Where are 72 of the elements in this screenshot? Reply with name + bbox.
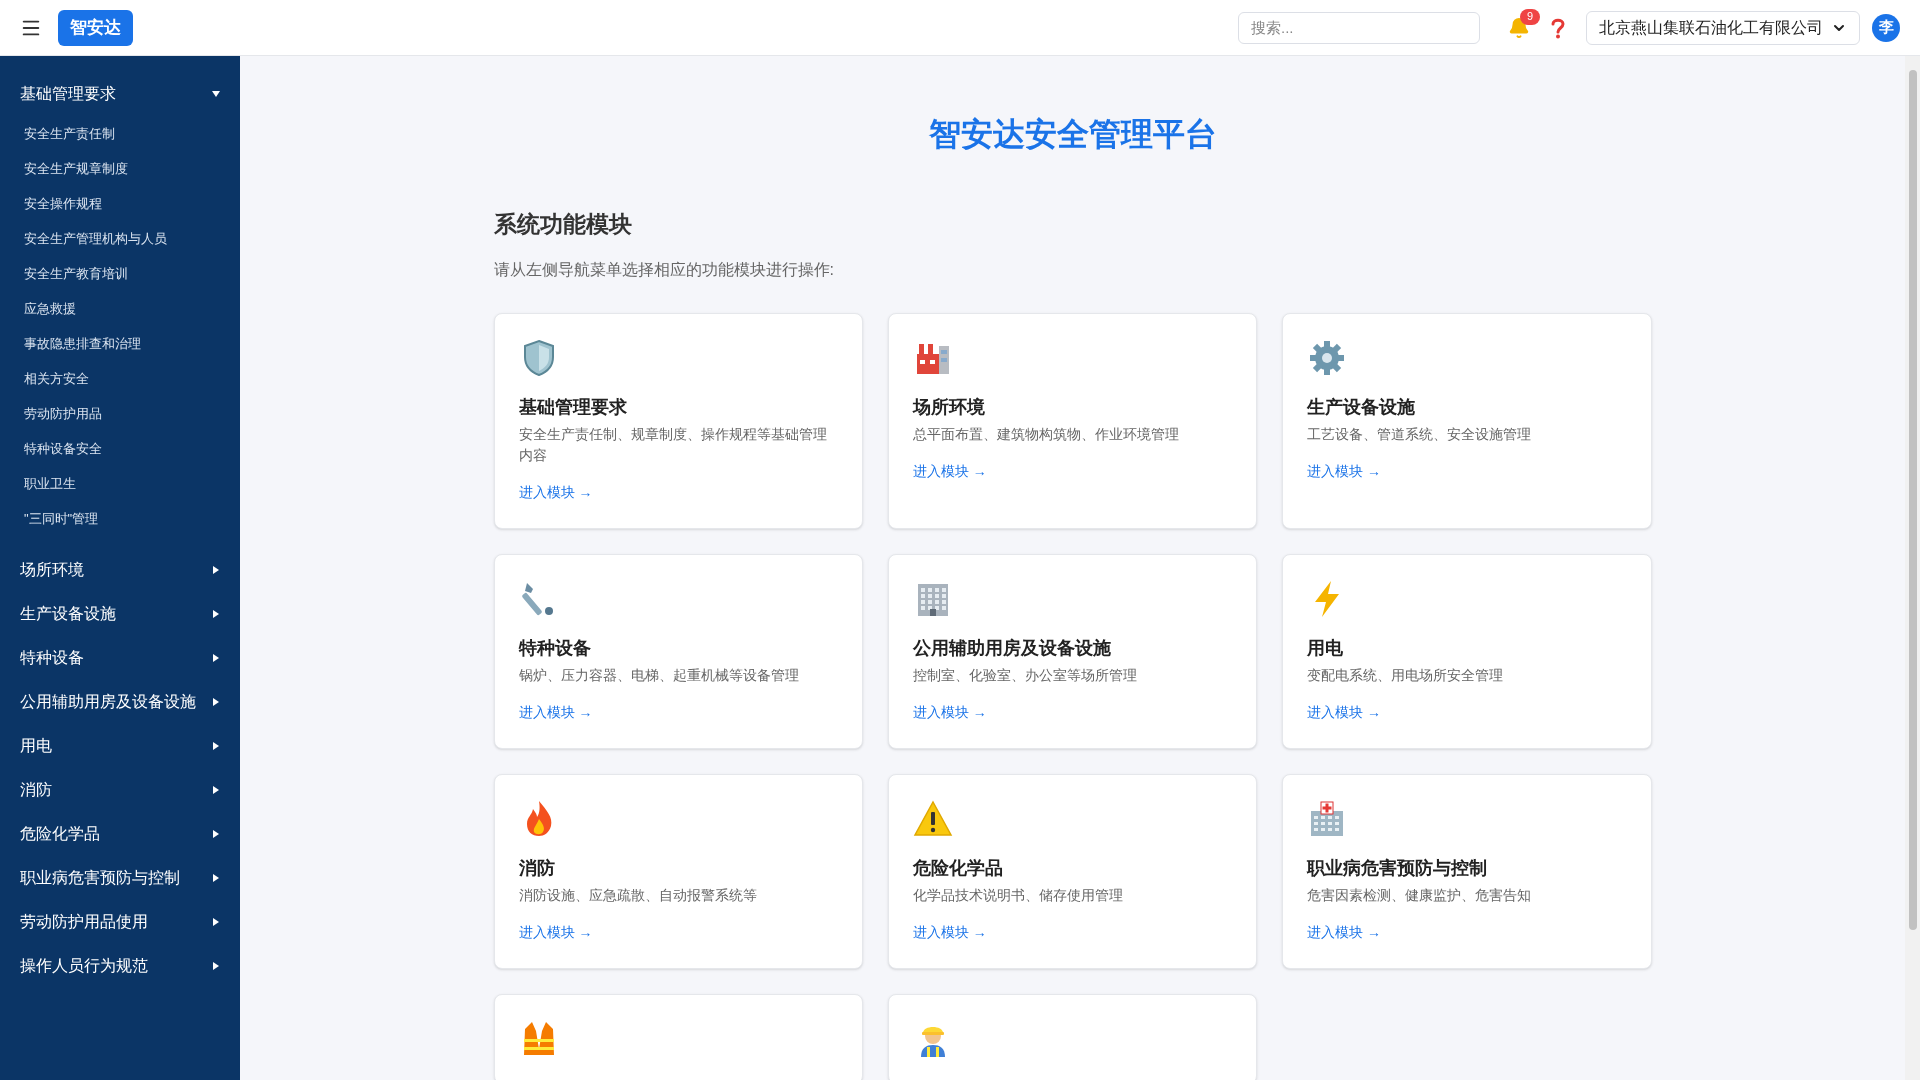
logo-button[interactable]: 智安达 xyxy=(58,9,133,46)
card-description: 总平面布置、建筑物构筑物、作业环境管理 xyxy=(912,425,1180,444)
sidebar-item[interactable]: 生产设备设施 xyxy=(0,592,240,636)
card-description: 锅炉、压力容器、电梯、起重机械等设备管理 xyxy=(518,666,800,685)
sidebar-subitem[interactable]: 劳动防护用品 xyxy=(0,396,240,431)
sidebar-subitem[interactable]: 应急救援 xyxy=(0,291,240,326)
caret-icon xyxy=(212,90,220,98)
card-description: 化学品技术说明书、储存使用管理 xyxy=(912,886,1124,905)
enter-module-link[interactable]: 进入模块 → xyxy=(1307,461,1382,482)
caret-icon xyxy=(212,786,220,794)
card-title: 消防 xyxy=(518,857,556,880)
sidebar-subitem[interactable]: 职业卫生 xyxy=(0,466,240,501)
sidebar-item[interactable]: 操作人员行为规范 xyxy=(0,944,240,988)
help-icon[interactable] xyxy=(1550,16,1566,39)
sidebar-subitem[interactable]: "三同时"管理 xyxy=(0,501,240,536)
sidebar-subitem[interactable]: 安全生产管理机构与人员 xyxy=(0,221,240,256)
card-title: 生产设备设施 xyxy=(1307,396,1417,419)
enter-module-link[interactable]: 进入模块 → xyxy=(1307,702,1382,723)
section-heading: 系统功能模块 xyxy=(493,210,633,239)
caret-icon xyxy=(212,698,220,706)
sidebar-item[interactable]: 职业病危害预防与控制 xyxy=(0,856,240,900)
sidebar-subitem[interactable]: 安全操作规程 xyxy=(0,186,240,221)
warning-icon xyxy=(912,799,953,839)
card-description: 消防设施、应急疏散、自动报警系统等 xyxy=(518,886,758,905)
card-title: 危险化学品 xyxy=(912,857,1004,880)
sidebar-item[interactable]: 特种设备 xyxy=(0,636,240,680)
sidebar-item[interactable]: 场所环境 xyxy=(0,548,240,592)
enter-module-link[interactable]: 进入模块 → xyxy=(518,702,593,723)
card-title: 场所环境 xyxy=(912,396,986,419)
caret-icon xyxy=(212,830,220,838)
sidebar-subitem[interactable]: 事故隐患排查和治理 xyxy=(0,326,240,361)
caret-icon xyxy=(212,918,220,926)
card-description: 控制室、化验室、办公室等场所管理 xyxy=(912,666,1138,685)
enter-module-link[interactable]: 进入模块 → xyxy=(912,922,987,943)
caret-icon xyxy=(212,742,220,750)
section-hint: 请从左侧导航菜单选择相应的功能模块进行操作: xyxy=(493,260,835,280)
sidebar-subitem[interactable]: 特种设备安全 xyxy=(0,431,240,466)
card-title: 职业病危害预防与控制 xyxy=(1307,857,1489,880)
sidebar-item[interactable]: 消防 xyxy=(0,768,240,812)
card-title: 用电 xyxy=(1307,637,1345,660)
card-title: 特种设备 xyxy=(518,637,592,660)
sidebar-item[interactable]: 危险化学品 xyxy=(0,812,240,856)
caret-icon xyxy=(212,566,220,574)
sidebar-item[interactable]: 用电 xyxy=(0,724,240,768)
search-field[interactable]: 搜索... xyxy=(1238,11,1480,44)
card-description: 安全生产责任制、规章制度、操作规程等基础管理内容 xyxy=(518,425,828,465)
caret-icon xyxy=(212,962,220,970)
scrollbar[interactable] xyxy=(1905,56,1920,1080)
enter-module-link[interactable]: 进入模块 → xyxy=(912,461,987,482)
card-description: 工艺设备、管道系统、安全设施管理 xyxy=(1307,425,1533,444)
sidebar-subitem[interactable]: 安全生产责任制 xyxy=(0,116,240,151)
card-description: 危害因素检测、健康监护、危害告知 xyxy=(1307,886,1533,905)
enter-module-link[interactable]: 进入模块 → xyxy=(518,482,593,503)
sidebar-item[interactable]: 公用辅助用房及设备设施 xyxy=(0,680,240,724)
enter-module-link[interactable]: 进入模块 → xyxy=(1307,922,1382,943)
notification-badge: 9 xyxy=(1520,8,1540,25)
enter-module-link[interactable]: 进入模块 → xyxy=(518,922,593,943)
sidebar-subitem[interactable]: 相关方安全 xyxy=(0,361,240,396)
caret-icon xyxy=(212,654,220,662)
card-title: 公用辅助用房及设备设施 xyxy=(912,637,1112,660)
user-avatar[interactable]: 李 xyxy=(1872,13,1900,42)
sidebar-item[interactable]: 劳动防护用品使用 xyxy=(0,900,240,944)
card-description: 变配电系统、用电场所安全管理 xyxy=(1307,666,1505,685)
caret-icon xyxy=(212,610,220,618)
sidebar-subitem[interactable]: 安全生产规章制度 xyxy=(0,151,240,186)
caret-icon xyxy=(212,874,220,882)
sidebar-subitem[interactable]: 安全生产教育培训 xyxy=(0,256,240,291)
page-title: 智安达安全管理平台 xyxy=(927,115,1218,154)
card-title: 基础管理要求 xyxy=(518,396,628,419)
company-select[interactable]: 北京燕山集联石油化工有限公司 xyxy=(1586,10,1860,45)
enter-module-link[interactable]: 进入模块 → xyxy=(912,702,987,723)
sidebar-item[interactable]: 基础管理要求 xyxy=(0,72,240,116)
